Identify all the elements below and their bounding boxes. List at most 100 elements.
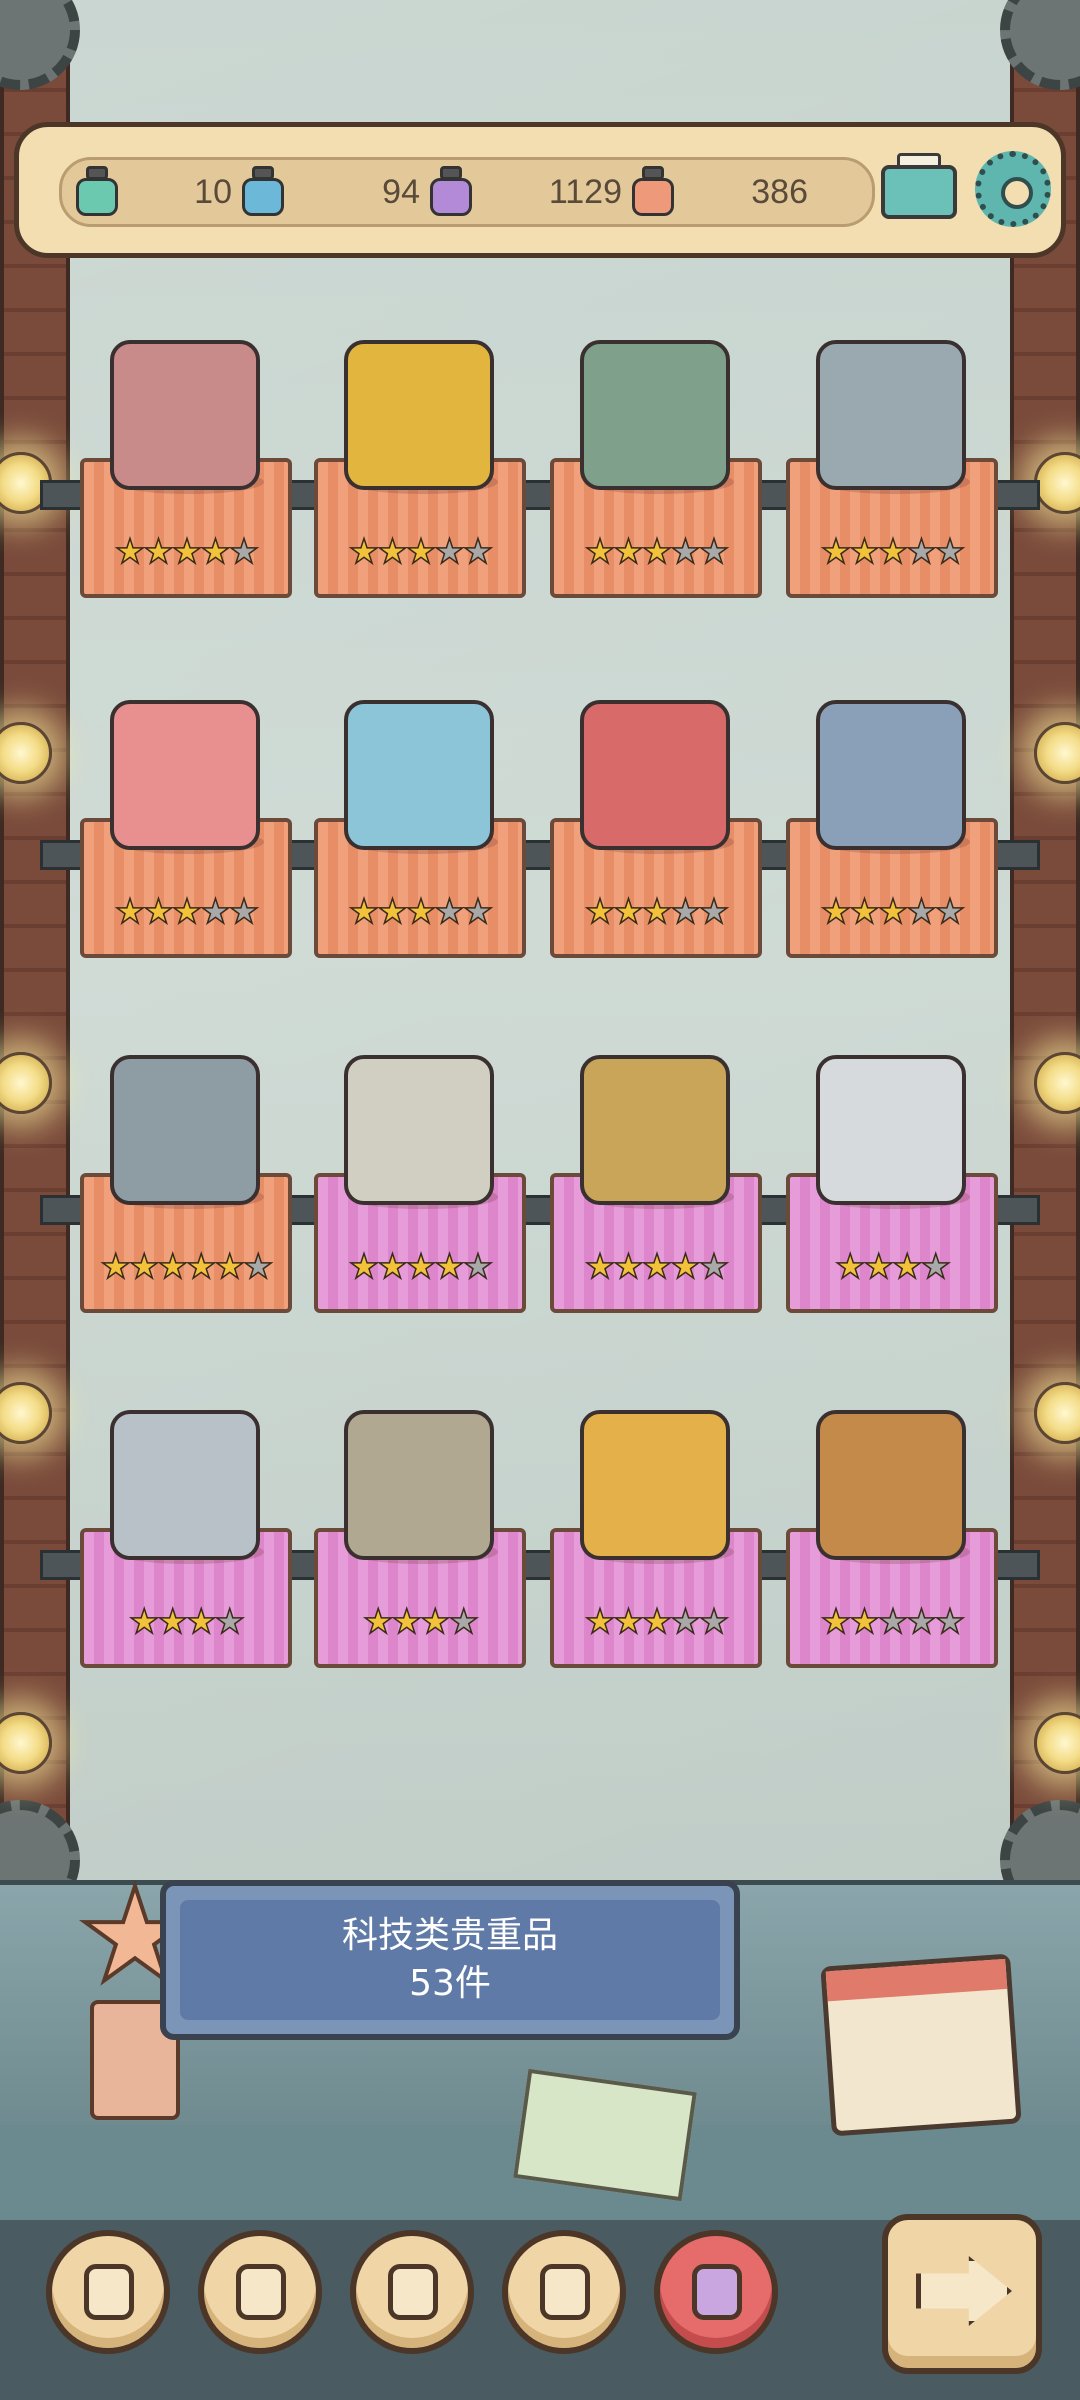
collectible-brass-scroll-machine[interactable]: ★★★★★ [776, 1410, 1006, 1710]
resource-orange-count: 386 [718, 160, 814, 224]
star-filled-icon: ★ [114, 892, 146, 932]
star-filled-icon: ★ [641, 532, 673, 572]
star-empty-icon: ★ [462, 892, 494, 932]
resource-purple-count: 1129 [532, 160, 678, 224]
resource-value: 386 [751, 172, 808, 211]
scrap-robot-icon [816, 340, 966, 490]
star-rating: ★★★★★ [84, 892, 288, 932]
star-empty-icon: ★ [698, 892, 730, 932]
star-filled-icon: ★ [128, 1247, 160, 1287]
star-filled-icon: ★ [584, 1247, 616, 1287]
star-rating: ★★★★★ [318, 1247, 522, 1287]
plaque-title: 科技类贵重品 [341, 1915, 558, 1956]
star-filled-icon: ★ [433, 1247, 465, 1287]
collectible-brain[interactable]: ★★★★★ [70, 700, 300, 1000]
star-empty-icon: ★ [905, 532, 937, 572]
star-filled-icon: ★ [613, 1247, 645, 1287]
gear-tab[interactable] [654, 2230, 778, 2354]
rose-icon [236, 2264, 286, 2320]
blue-jar-icon [238, 164, 288, 220]
resource-teal [72, 160, 122, 224]
android-bust-icon [110, 1410, 260, 1560]
trophy-icon [84, 2264, 134, 2320]
star-filled-icon: ★ [405, 892, 437, 932]
collectible-tank-robot[interactable]: ★★★★★ [776, 700, 1006, 1000]
star-filled-icon: ★ [820, 892, 852, 932]
resource-value: 94 [382, 172, 420, 211]
star-filled-icon: ★ [362, 1602, 394, 1642]
star-filled-icon: ★ [185, 1602, 217, 1642]
star-empty-icon: ★ [698, 1602, 730, 1642]
star-filled-icon: ★ [613, 532, 645, 572]
crossed-tools-icon [388, 2264, 438, 2320]
star-empty-icon: ★ [433, 532, 465, 572]
scroll-tab[interactable] [502, 2230, 626, 2354]
star-empty-icon: ★ [199, 892, 231, 932]
settings-gear-button[interactable] [975, 151, 1051, 227]
star-filled-icon: ★ [419, 1602, 451, 1642]
star-filled-icon: ★ [114, 532, 146, 572]
calendar-icon[interactable] [820, 1953, 1022, 2137]
steam-machine-icon [110, 340, 260, 490]
star-filled-icon: ★ [584, 892, 616, 932]
mail-button[interactable] [881, 153, 957, 223]
star-filled-icon: ★ [214, 1247, 246, 1287]
star-filled-icon: ★ [820, 1602, 852, 1642]
collectible-orbit-device[interactable]: ★★★★★ [540, 1410, 770, 1710]
rose-tab[interactable] [198, 2230, 322, 2354]
resource-counter-strip: 10 94 1129 386 [59, 157, 875, 227]
star-rating: ★★★★★ [790, 532, 994, 572]
orbit-device-icon [580, 1410, 730, 1560]
star-filled-icon: ★ [669, 1247, 701, 1287]
resource-value: 10 [194, 172, 232, 211]
collectible-cabinet-machine[interactable]: ★★★★★ [540, 1055, 770, 1355]
collectible-cannon[interactable]: ★★★★ [304, 1410, 534, 1710]
star-empty-icon: ★ [669, 892, 701, 932]
star-empty-icon: ★ [433, 892, 465, 932]
trophy-tab[interactable] [46, 2230, 170, 2354]
star-empty-icon: ★ [698, 532, 730, 572]
collectible-scrap-robot[interactable]: ★★★★★ [776, 340, 1006, 640]
collectible-projector[interactable]: ★★★★★★ [70, 1055, 300, 1355]
star-filled-icon: ★ [143, 892, 175, 932]
next-arrow-button[interactable] [882, 2214, 1042, 2374]
star-filled-icon: ★ [143, 532, 175, 572]
collectible-crystal-rock[interactable]: ★★★★ [776, 1055, 1006, 1355]
collectible-gold-crystal[interactable]: ★★★★★ [304, 340, 534, 640]
map-scroll-icon[interactable] [513, 2068, 697, 2202]
star-filled-icon: ★ [849, 1602, 881, 1642]
star-empty-icon: ★ [934, 532, 966, 572]
star-empty-icon: ★ [934, 1602, 966, 1642]
star-filled-icon: ★ [584, 532, 616, 572]
scroll-icon [540, 2264, 590, 2320]
star-empty-icon: ★ [214, 1602, 246, 1642]
star-filled-icon: ★ [613, 892, 645, 932]
star-filled-icon: ★ [377, 532, 409, 572]
collectible-android-bust[interactable]: ★★★★ [70, 1410, 300, 1710]
collectible-rover[interactable]: ★★★★★ [304, 1055, 534, 1355]
teal-jar-icon [72, 164, 122, 220]
gear-icon [692, 2264, 742, 2320]
star-rating: ★★★★★ [790, 1602, 994, 1642]
star-filled-icon: ★ [157, 1602, 189, 1642]
star-filled-icon: ★ [157, 1247, 189, 1287]
collectible-steam-machine[interactable]: ★★★★★ [70, 340, 300, 640]
collectible-cube-puzzle[interactable]: ★★★★★ [304, 700, 534, 1000]
star-filled-icon: ★ [199, 532, 231, 572]
brass-scroll-machine-icon [816, 1410, 966, 1560]
crossed-tools-tab[interactable] [350, 2230, 474, 2354]
star-filled-icon: ★ [100, 1247, 132, 1287]
cannon-icon [344, 1410, 494, 1560]
gold-crystal-icon [344, 340, 494, 490]
star-filled-icon: ★ [171, 892, 203, 932]
star-filled-icon: ★ [877, 532, 909, 572]
projector-icon [110, 1055, 260, 1205]
star-filled-icon: ★ [185, 1247, 217, 1287]
star-rating: ★★★★★★ [84, 1247, 288, 1287]
star-rating: ★★★★★ [318, 892, 522, 932]
collectible-radioactive-canister[interactable]: ★★★★★ [540, 340, 770, 640]
star-rating: ★★★★★ [318, 532, 522, 572]
collectible-eye-orb[interactable]: ★★★★★ [540, 700, 770, 1000]
top-resource-bar: 10 94 1129 386 [14, 122, 1066, 258]
star-filled-icon: ★ [613, 1602, 645, 1642]
